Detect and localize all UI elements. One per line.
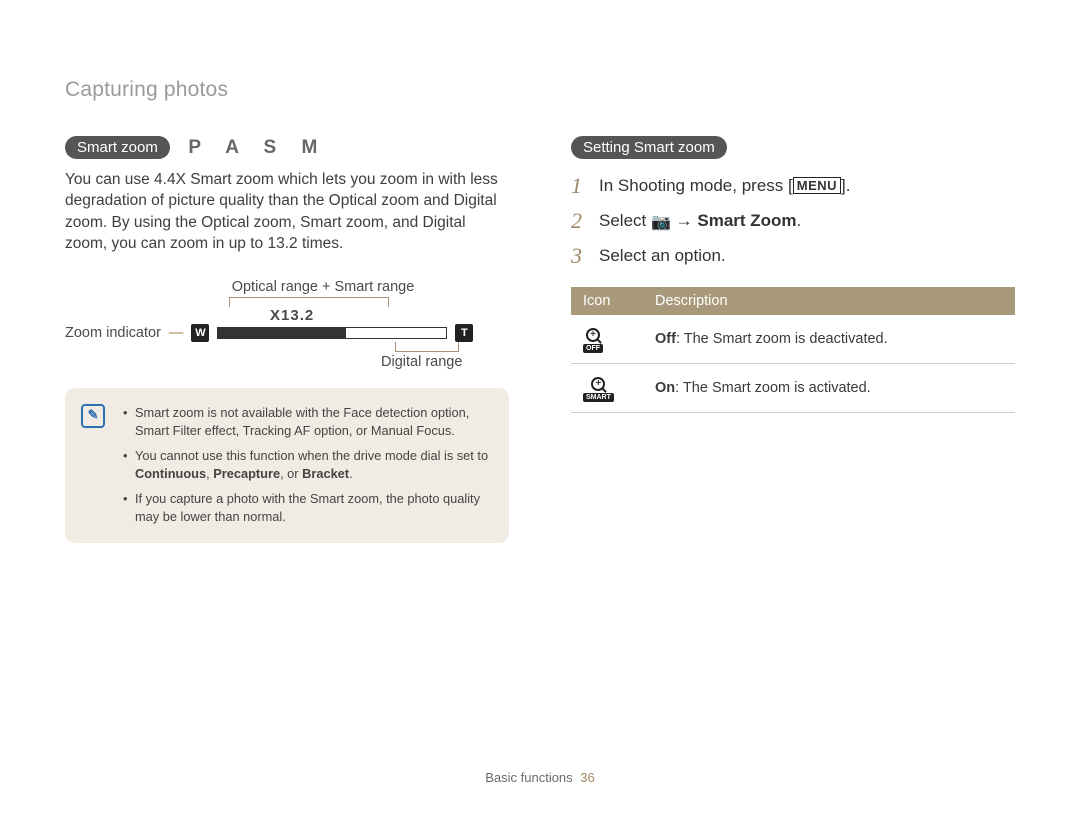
diagram-top-label: Optical range + Smart range — [137, 279, 509, 295]
page-header: Capturing photos — [65, 78, 1015, 102]
step-number: 3 — [571, 243, 589, 269]
note-box: ✎ Smart zoom is not available with the F… — [65, 388, 509, 543]
smart-zoom-off-icon: +OFF — [583, 328, 603, 353]
step-number: 1 — [571, 173, 589, 199]
step-number: 2 — [571, 208, 589, 234]
smart-zoom-paragraph: You can use 4.4X Smart zoom which lets y… — [65, 169, 509, 255]
note-item: If you capture a photo with the Smart zo… — [123, 490, 491, 527]
zoom-diagram: Optical range + Smart range X13.2 Zoom i… — [65, 279, 509, 370]
note-item: Smart zoom is not available with the Fac… — [123, 404, 491, 441]
zoom-readout: X13.2 — [270, 307, 509, 324]
table-header-icon: Icon — [571, 287, 643, 315]
step-2: 2 Select 📷 → Smart Zoom. — [571, 208, 1015, 234]
note-item: You cannot use this function when the dr… — [123, 447, 491, 484]
step-3: 3 Select an option. — [571, 243, 1015, 269]
mode-letters: P A S M — [188, 137, 327, 159]
menu-button-icon: MENU — [793, 177, 841, 194]
smart-zoom-on-icon: +SMART — [583, 377, 614, 402]
left-column: Smart zoom P A S M You can use 4.4X Smar… — [65, 136, 509, 543]
table-row: +OFF Off: The Smart zoom is deactivated. — [571, 315, 1015, 364]
zoom-indicator-label: Zoom indicator — [65, 325, 161, 341]
options-table: Icon Description +OFF Off: The Smart zoo… — [571, 287, 1015, 413]
smart-zoom-pill: Smart zoom — [65, 136, 170, 159]
note-icon: ✎ — [81, 404, 105, 428]
callout-line-icon: — — [169, 325, 184, 341]
zoom-bar — [217, 327, 447, 339]
diagram-bottom-label: Digital range — [381, 354, 509, 370]
step-1: 1 In Shooting mode, press [MENU]. — [571, 173, 1015, 199]
tele-end-icon: T — [455, 324, 473, 342]
table-row: +SMART On: The Smart zoom is activated. — [571, 364, 1015, 413]
page-footer: Basic functions 36 — [0, 770, 1080, 785]
setting-smart-zoom-pill: Setting Smart zoom — [571, 136, 727, 159]
table-header-description: Description — [643, 287, 1015, 315]
wide-end-icon: W — [191, 324, 209, 342]
right-column: Setting Smart zoom 1 In Shooting mode, p… — [571, 136, 1015, 543]
camera-icon: 📷 — [651, 214, 671, 231]
